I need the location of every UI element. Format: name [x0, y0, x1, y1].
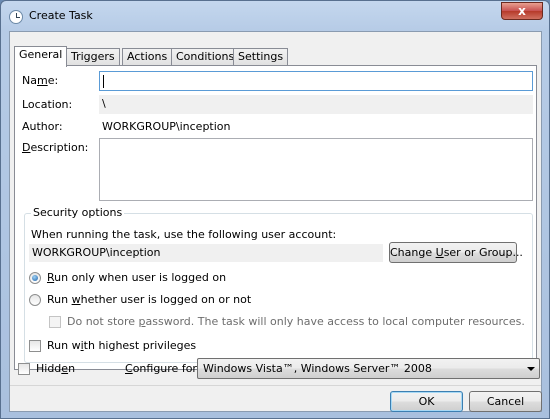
dialog-body: General Triggers Actions Conditions Sett… — [9, 31, 542, 412]
radio-run-when-logged-on[interactable] — [29, 272, 41, 284]
close-button[interactable]: x — [501, 2, 543, 20]
hidden-label[interactable]: Hidden — [36, 362, 75, 375]
user-account-field: WORKGROUP\inception — [29, 244, 383, 262]
task-scheduler-icon — [9, 10, 23, 24]
configure-for-value: Windows Vista™, Windows Server™ 2008 — [203, 362, 432, 375]
author-label: Author: — [22, 120, 63, 133]
chevron-down-icon — [527, 367, 535, 371]
window-title: Create Task — [29, 9, 93, 22]
location-label: Location: — [22, 98, 73, 111]
tab-conditions[interactable]: Conditions — [171, 48, 240, 66]
change-user-or-group-button[interactable]: Change User or Group... — [389, 242, 523, 263]
description-input[interactable] — [99, 138, 533, 201]
ok-button[interactable]: OK — [390, 391, 463, 412]
run-highest-privileges-checkbox[interactable] — [29, 340, 41, 352]
footer-divider — [10, 385, 541, 386]
configure-for-dropdown[interactable]: Windows Vista™, Windows Server™ 2008 — [197, 358, 540, 379]
do-not-store-password-checkbox[interactable] — [49, 316, 61, 328]
location-value: \ — [102, 97, 106, 110]
do-not-store-password-label[interactable]: Do not store password. The task will onl… — [67, 315, 525, 328]
tab-general[interactable]: General — [14, 46, 68, 67]
hidden-checkbox[interactable] — [18, 363, 30, 375]
name-input[interactable] — [99, 71, 533, 91]
location-field: \ — [99, 95, 533, 114]
general-tab-panel: Name: Location: \ Author: WORKGROUP\ince… — [14, 65, 537, 370]
title-bar[interactable]: Create Task x — [1, 1, 549, 31]
name-label: Name: — [22, 74, 59, 87]
configure-for-label: Configure for: — [125, 362, 201, 375]
account-prompt: When running the task, use the following… — [31, 228, 337, 241]
text-caret — [103, 75, 104, 88]
user-account-value: WORKGROUP\inception — [32, 246, 161, 259]
security-options-title: Security options — [31, 206, 125, 219]
cancel-button[interactable]: Cancel — [469, 391, 542, 412]
create-task-window: Create Task x General Triggers Actions C… — [0, 0, 550, 419]
tab-actions[interactable]: Actions — [122, 48, 173, 66]
security-options-group: Security options When running the task, … — [24, 206, 533, 363]
author-value: WORKGROUP\inception — [102, 120, 231, 133]
run-highest-privileges-label[interactable]: Run with highest privileges — [47, 339, 196, 352]
tab-settings[interactable]: Settings — [233, 48, 289, 66]
radio-run-whether-logged-on-label[interactable]: Run whether user is logged on or not — [47, 293, 251, 306]
radio-run-when-logged-on-label[interactable]: Run only when user is logged on — [47, 271, 226, 284]
description-label: Description: — [22, 141, 89, 154]
radio-run-whether-logged-on[interactable] — [29, 294, 41, 306]
tab-triggers[interactable]: Triggers — [66, 48, 120, 66]
